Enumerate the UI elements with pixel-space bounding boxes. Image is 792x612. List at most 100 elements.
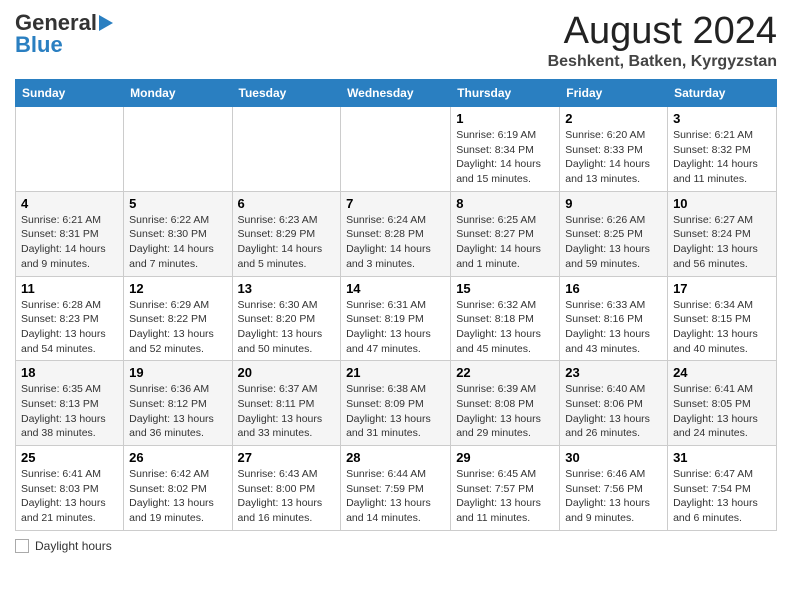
location-title: Beshkent, Batken, Kyrgyzstan [548, 53, 777, 71]
month-title: August 2024 [548, 10, 777, 53]
calendar-cell: 11 Sunrise: 6:28 AM Sunset: 8:23 PM Dayli… [16, 276, 124, 361]
day-info: Sunrise: 6:46 AM Sunset: 7:56 PM Dayligh… [565, 467, 662, 526]
day-number: 13 [238, 281, 336, 296]
calendar-cell: 18 Sunrise: 6:35 AM Sunset: 8:13 PM Dayli… [16, 361, 124, 446]
week-row: 1 Sunrise: 6:19 AM Sunset: 8:34 PM Daylig… [16, 107, 777, 192]
calendar-cell: 8Sunrise: 6:25 AM Sunset: 8:27 PM Daylig… [451, 191, 560, 276]
day-info: Sunrise: 6:44 AM Sunset: 7:59 PM Dayligh… [346, 467, 445, 526]
header-day-thursday: Thursday [451, 80, 560, 107]
calendar-cell: 19 Sunrise: 6:36 AM Sunset: 8:12 PM Dayli… [124, 361, 232, 446]
day-info: Sunrise: 6:30 AM Sunset: 8:20 PM Dayligh… [238, 298, 336, 357]
day-number: 15 [456, 281, 554, 296]
day-number: 20 [238, 365, 336, 380]
day-number: 29 [456, 450, 554, 465]
day-info: Sunrise: 6:33 AM Sunset: 8:16 PM Dayligh… [565, 298, 662, 357]
day-info: Sunrise: 6:36 AM Sunset: 8:12 PM Dayligh… [129, 382, 226, 441]
calendar-cell: 12 Sunrise: 6:29 AM Sunset: 8:22 PM Dayli… [124, 276, 232, 361]
calendar-cell: 27 Sunrise: 6:43 AM Sunset: 8:00 PM Dayli… [232, 446, 341, 531]
day-number: 19 [129, 365, 226, 380]
day-number: 16 [565, 281, 662, 296]
header-row: SundayMondayTuesdayWednesdayThursdayFrid… [16, 80, 777, 107]
day-info: Sunrise: 6:27 AM Sunset: 8:24 PM Dayligh… [673, 213, 771, 272]
day-info: Sunrise: 6:24 AM Sunset: 8:28 PM Dayligh… [346, 213, 445, 272]
logo: General Blue [15, 10, 113, 58]
footer-box-icon [15, 539, 29, 553]
calendar-cell: 1 Sunrise: 6:19 AM Sunset: 8:34 PM Daylig… [451, 107, 560, 192]
header-day-tuesday: Tuesday [232, 80, 341, 107]
day-info: Sunrise: 6:26 AM Sunset: 8:25 PM Dayligh… [565, 213, 662, 272]
day-info: Sunrise: 6:23 AM Sunset: 8:29 PM Dayligh… [238, 213, 336, 272]
day-number: 4 [21, 196, 118, 211]
calendar-cell: 23 Sunrise: 6:40 AM Sunset: 8:06 PM Dayli… [560, 361, 668, 446]
day-number: 27 [238, 450, 336, 465]
calendar-cell: 13 Sunrise: 6:30 AM Sunset: 8:20 PM Dayli… [232, 276, 341, 361]
day-number: 11 [21, 281, 118, 296]
calendar-cell: 10 Sunrise: 6:27 AM Sunset: 8:24 PM Dayli… [668, 191, 777, 276]
calendar-cell: 29 Sunrise: 6:45 AM Sunset: 7:57 PM Dayli… [451, 446, 560, 531]
calendar-header: SundayMondayTuesdayWednesdayThursdayFrid… [16, 80, 777, 107]
calendar-cell: 26 Sunrise: 6:42 AM Sunset: 8:02 PM Dayli… [124, 446, 232, 531]
day-info: Sunrise: 6:35 AM Sunset: 8:13 PM Dayligh… [21, 382, 118, 441]
day-number: 2 [565, 111, 662, 126]
calendar-cell: 22Sunrise: 6:39 AM Sunset: 8:08 PM Dayli… [451, 361, 560, 446]
day-info: Sunrise: 6:40 AM Sunset: 8:06 PM Dayligh… [565, 382, 662, 441]
calendar-body: 1 Sunrise: 6:19 AM Sunset: 8:34 PM Daylig… [16, 107, 777, 531]
day-number: 6 [238, 196, 336, 211]
calendar-cell [16, 107, 124, 192]
day-info: Sunrise: 6:21 AM Sunset: 8:31 PM Dayligh… [21, 213, 118, 272]
calendar-cell: 16 Sunrise: 6:33 AM Sunset: 8:16 PM Dayli… [560, 276, 668, 361]
day-number: 8 [456, 196, 554, 211]
day-number: 24 [673, 365, 771, 380]
day-number: 26 [129, 450, 226, 465]
day-number: 23 [565, 365, 662, 380]
day-number: 14 [346, 281, 445, 296]
day-number: 1 [456, 111, 554, 126]
footer-label: Daylight hours [35, 539, 112, 553]
header-day-saturday: Saturday [668, 80, 777, 107]
day-info: Sunrise: 6:32 AM Sunset: 8:18 PM Dayligh… [456, 298, 554, 357]
day-info: Sunrise: 6:29 AM Sunset: 8:22 PM Dayligh… [129, 298, 226, 357]
calendar-cell: 17Sunrise: 6:34 AM Sunset: 8:15 PM Dayli… [668, 276, 777, 361]
calendar-cell: 14Sunrise: 6:31 AM Sunset: 8:19 PM Dayli… [341, 276, 451, 361]
day-info: Sunrise: 6:37 AM Sunset: 8:11 PM Dayligh… [238, 382, 336, 441]
week-row: 18 Sunrise: 6:35 AM Sunset: 8:13 PM Dayli… [16, 361, 777, 446]
day-info: Sunrise: 6:20 AM Sunset: 8:33 PM Dayligh… [565, 128, 662, 187]
day-info: Sunrise: 6:28 AM Sunset: 8:23 PM Dayligh… [21, 298, 118, 357]
day-number: 21 [346, 365, 445, 380]
day-info: Sunrise: 6:42 AM Sunset: 8:02 PM Dayligh… [129, 467, 226, 526]
day-number: 25 [21, 450, 118, 465]
day-info: Sunrise: 6:39 AM Sunset: 8:08 PM Dayligh… [456, 382, 554, 441]
calendar-cell: 21 Sunrise: 6:38 AM Sunset: 8:09 PM Dayli… [341, 361, 451, 446]
calendar-cell [341, 107, 451, 192]
day-info: Sunrise: 6:41 AM Sunset: 8:03 PM Dayligh… [21, 467, 118, 526]
day-number: 10 [673, 196, 771, 211]
calendar-cell: 30 Sunrise: 6:46 AM Sunset: 7:56 PM Dayli… [560, 446, 668, 531]
calendar-cell: 4 Sunrise: 6:21 AM Sunset: 8:31 PM Daylig… [16, 191, 124, 276]
day-info: Sunrise: 6:19 AM Sunset: 8:34 PM Dayligh… [456, 128, 554, 187]
week-row: 25 Sunrise: 6:41 AM Sunset: 8:03 PM Dayli… [16, 446, 777, 531]
day-info: Sunrise: 6:43 AM Sunset: 8:00 PM Dayligh… [238, 467, 336, 526]
header: General Blue August 2024 Beshkent, Batke… [15, 10, 777, 71]
footer: Daylight hours [15, 539, 777, 553]
day-info: Sunrise: 6:41 AM Sunset: 8:05 PM Dayligh… [673, 382, 771, 441]
calendar-cell [124, 107, 232, 192]
day-info: Sunrise: 6:47 AM Sunset: 7:54 PM Dayligh… [673, 467, 771, 526]
calendar-table: SundayMondayTuesdayWednesdayThursdayFrid… [15, 79, 777, 531]
calendar-cell [232, 107, 341, 192]
title-area: August 2024 Beshkent, Batken, Kyrgyzstan [548, 10, 777, 71]
day-number: 30 [565, 450, 662, 465]
header-day-sunday: Sunday [16, 80, 124, 107]
day-number: 31 [673, 450, 771, 465]
day-info: Sunrise: 6:45 AM Sunset: 7:57 PM Dayligh… [456, 467, 554, 526]
calendar-cell: 15 Sunrise: 6:32 AM Sunset: 8:18 PM Dayli… [451, 276, 560, 361]
calendar-cell: 24 Sunrise: 6:41 AM Sunset: 8:05 PM Dayli… [668, 361, 777, 446]
header-day-friday: Friday [560, 80, 668, 107]
logo-arrow-icon [99, 15, 113, 31]
day-info: Sunrise: 6:38 AM Sunset: 8:09 PM Dayligh… [346, 382, 445, 441]
day-number: 12 [129, 281, 226, 296]
calendar-cell: 28Sunrise: 6:44 AM Sunset: 7:59 PM Dayli… [341, 446, 451, 531]
day-info: Sunrise: 6:22 AM Sunset: 8:30 PM Dayligh… [129, 213, 226, 272]
calendar-cell: 20 Sunrise: 6:37 AM Sunset: 8:11 PM Dayli… [232, 361, 341, 446]
day-number: 18 [21, 365, 118, 380]
day-number: 9 [565, 196, 662, 211]
